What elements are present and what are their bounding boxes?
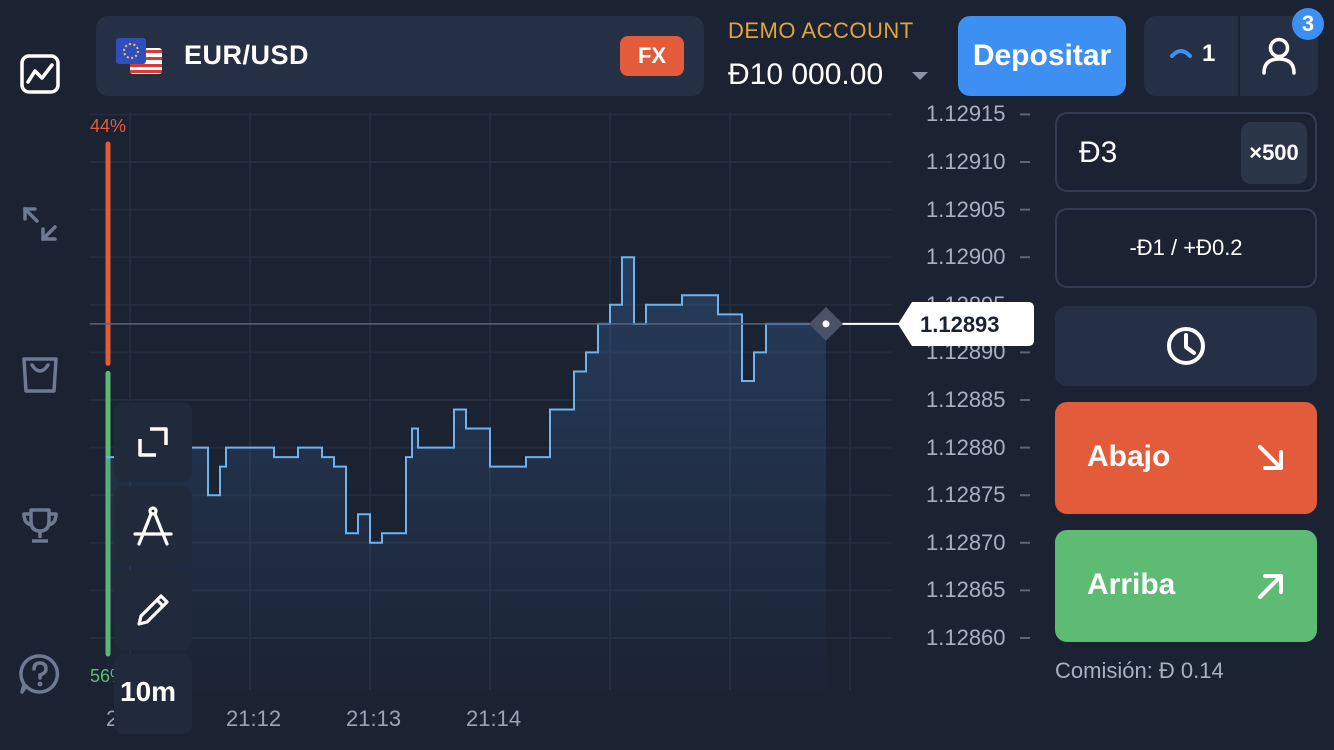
x-axis-label: 21:14 (466, 706, 522, 731)
current-price-value: 1.12893 (920, 311, 1000, 337)
y-axis-label: 1.12910 (926, 149, 1006, 174)
y-axis-label: 1.12905 (926, 196, 1006, 222)
current-price-dot (822, 320, 830, 328)
timeframe-label: 10m (120, 676, 177, 707)
take-profit-stop-loss-field[interactable]: -Đ1 / +Đ0.2 (1055, 208, 1317, 288)
sell-down-label: Abajo (1087, 440, 1171, 473)
amount-value: Đ3 (1079, 136, 1118, 169)
open-trades-button[interactable]: 1 (1144, 16, 1238, 96)
notification-badge: 3 (1292, 8, 1324, 40)
x-axis-label: 21:12 (226, 706, 282, 731)
y-axis-label: 1.12860 (926, 625, 1006, 650)
y-axis-label: 1.12870 (926, 529, 1006, 555)
y-axis-label: 1.12915 (926, 101, 1006, 127)
buy-up-button[interactable]: Arriba (1055, 530, 1317, 642)
y-axis-label: 1.12880 (926, 434, 1006, 460)
current-price-tag: 1.12893 (898, 301, 1034, 346)
x-axis-label: 21:13 (346, 706, 402, 731)
user-icon (1262, 37, 1296, 75)
arrow-down-right-icon (1258, 445, 1283, 470)
y-axis-label: 1.12865 (926, 577, 1006, 603)
amount-field[interactable]: Đ3 ×500 (1055, 112, 1317, 192)
commission-text: Comisión: Đ 0.14 (1055, 658, 1224, 683)
drawing-tools-button[interactable] (114, 486, 192, 566)
clock-icon (1167, 327, 1205, 365)
buy-up-label: Arriba (1087, 568, 1176, 601)
pencil-button[interactable] (114, 570, 192, 650)
pencil-icon (137, 594, 169, 626)
sentiment-down-percent: 44% (90, 116, 127, 136)
fullscreen-button[interactable] (114, 402, 192, 482)
sell-down-button[interactable]: Abajo (1055, 402, 1317, 514)
price-area (106, 257, 826, 690)
y-axis-label: 1.12900 (926, 244, 1006, 270)
timer-button[interactable] (1055, 306, 1317, 386)
expand-icon (138, 427, 168, 457)
open-trades-icon (1170, 49, 1192, 58)
y-axis-label: 1.12875 (926, 482, 1006, 508)
arrow-up-right-icon (1258, 574, 1283, 599)
multiplier-button[interactable]: ×500 (1241, 122, 1307, 184)
compass-icon (133, 506, 173, 546)
y-axis-label: 1.12885 (926, 387, 1006, 412)
open-trades-count: 1 (1202, 40, 1216, 67)
